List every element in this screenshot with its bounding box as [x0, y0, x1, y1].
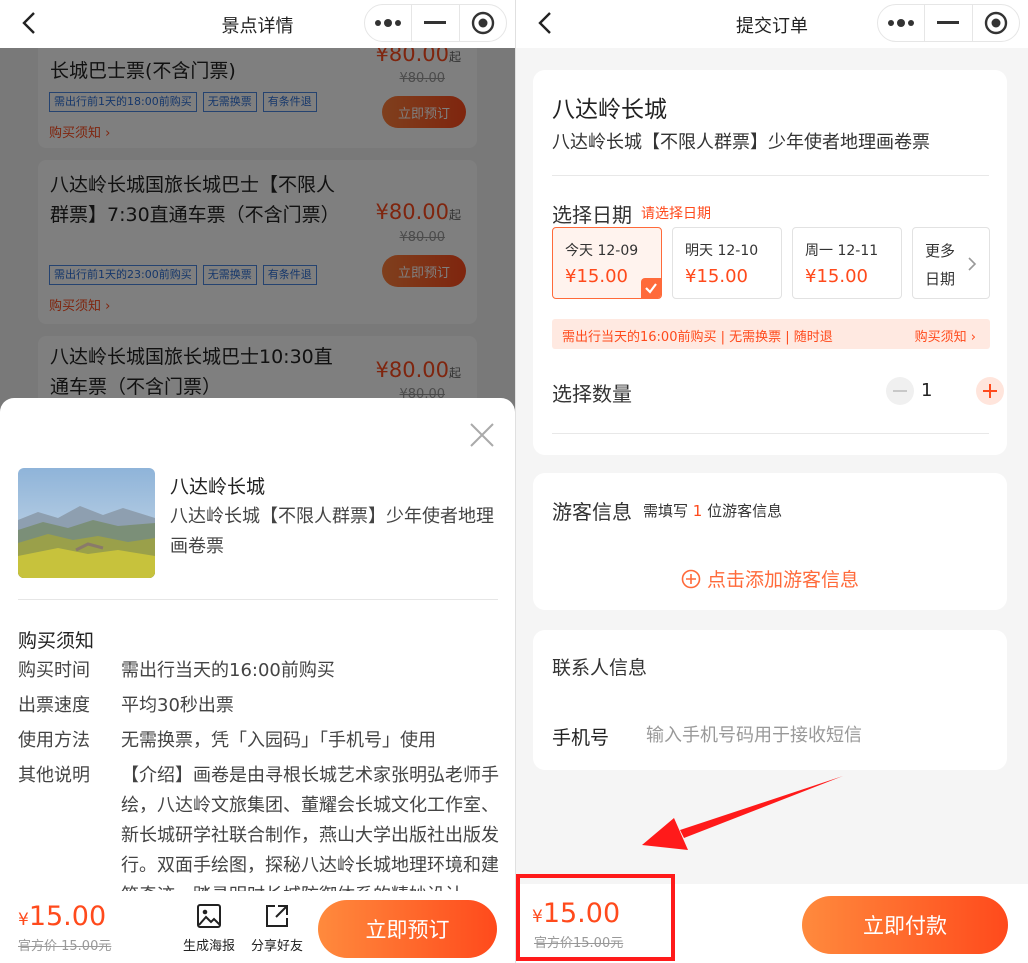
generate-poster-button[interactable]: 生成海报	[174, 903, 244, 954]
more-icon[interactable]	[365, 5, 411, 41]
date-option-tomorrow[interactable]: 明天 12-10 ¥15.00	[672, 227, 782, 299]
product-subtitle: 八达岭长城【不限人群票】少年使者地理画卷票	[170, 506, 494, 557]
info-row: 其他说明 【介绍】画卷是由寻根长城艺术家张明弘老师手绘，八达岭文旅集团、董耀会长城…	[18, 761, 501, 911]
image-icon	[197, 904, 221, 928]
share-icon	[266, 905, 288, 927]
purchase-notice-link[interactable]: 购买须知 ›	[915, 326, 976, 345]
info-row: 购买时间 需出行当天的16:00前购买	[18, 656, 501, 686]
more-icon[interactable]	[878, 5, 924, 41]
info-key: 出票速度	[18, 695, 90, 716]
increment-button[interactable]	[976, 377, 1004, 405]
date-option-monday[interactable]: 周一 12-11 ¥15.00	[792, 227, 902, 299]
info-value: 【介绍】画卷是由寻根长城艺术家张明弘老师手绘，八达岭文旅集团、董耀会长城文化工作…	[121, 765, 499, 906]
mini-program-capsule	[877, 4, 1020, 42]
share-label: 分享好友	[250, 939, 303, 954]
notice-heading: 购买须知	[18, 630, 95, 652]
submit-order-screen: 提交订单 八达岭长城 八达岭长城【不限人群票】少年使者地理画卷票 选择日期 请选…	[516, 0, 1028, 963]
date-price: ¥15.00	[685, 266, 748, 287]
more-label: 日期	[925, 270, 956, 288]
add-tourist-label: 点击添加游客信息	[707, 569, 860, 591]
share-button[interactable]: 分享好友	[242, 903, 312, 954]
date-day: 周一 12-11	[805, 243, 879, 259]
info-key: 使用方法	[18, 730, 90, 751]
info-value: 无需换票，凭「入园码」「手机号」使用	[121, 730, 436, 751]
poster-label: 生成海报	[182, 939, 235, 954]
book-now-button[interactable]: 立即预订	[318, 900, 497, 958]
minimize-icon[interactable]	[412, 5, 458, 41]
official-price: 官方价 15.00元	[18, 939, 112, 954]
date-label: 选择日期	[552, 203, 632, 227]
decrement-button[interactable]	[886, 377, 914, 405]
close-capsule-icon[interactable]	[973, 5, 1019, 41]
add-circle-icon	[681, 569, 701, 588]
mini-program-capsule	[364, 4, 507, 42]
divider	[18, 599, 498, 600]
quantity-value: 1	[921, 380, 933, 401]
more-label: 更多	[925, 242, 956, 260]
contact-label: 联系人信息	[552, 657, 648, 679]
date-day: 明天 12-10	[685, 243, 759, 259]
tourist-note: 需填写 1 位游客信息	[643, 502, 783, 520]
info-key: 其他说明	[18, 765, 90, 786]
info-value: 需出行当天的16:00前购买	[121, 660, 335, 681]
purchase-tip-bar: 需出行当天的16:00前购买 | 无需换票 | 随时退 购买须知 ›	[552, 319, 990, 349]
date-option-today[interactable]: 今天 12-09 ¥15.00	[552, 227, 662, 299]
tourist-info-card: 游客信息 需填写 1 位游客信息 点击添加游客信息	[533, 473, 1007, 610]
chevron-right-icon	[968, 257, 977, 271]
product-subtitle: 八达岭长城【不限人群票】少年使者地理画卷票	[552, 132, 930, 153]
nav-bar: 景点详情	[0, 0, 515, 48]
quantity-label: 选择数量	[552, 382, 632, 406]
product-title: 八达岭长城	[170, 476, 266, 498]
date-price: ¥15.00	[565, 266, 628, 287]
close-icon[interactable]	[469, 422, 495, 448]
contact-info-card: 联系人信息 手机号	[533, 630, 1007, 770]
check-icon	[641, 278, 661, 298]
nav-bar: 提交订单	[516, 0, 1028, 48]
add-tourist-button[interactable]: 点击添加游客信息	[681, 565, 859, 592]
phone-input[interactable]	[646, 720, 986, 750]
attraction-detail-screen: 长城巴士票(不含门票) ¥80.00起 ¥80.00 需出行前1天的18:00前…	[0, 0, 515, 963]
info-value: 平均30秒出票	[121, 695, 234, 716]
close-capsule-icon[interactable]	[460, 5, 506, 41]
info-row: 使用方法 无需换票，凭「入园码」「手机号」使用	[18, 726, 501, 756]
more-dates-button[interactable]: 更多 日期	[912, 227, 990, 299]
product-detail-sheet: 八达岭长城 八达岭长城【不限人群票】少年使者地理画卷票 购买须知 购买时间 需出行…	[0, 398, 515, 963]
minus-icon	[893, 390, 907, 392]
product-title: 八达岭长城	[552, 97, 667, 123]
phone-label: 手机号	[552, 727, 610, 749]
info-row: 出票速度 平均30秒出票	[18, 691, 501, 721]
product-thumbnail	[18, 468, 155, 578]
tourist-label: 游客信息	[552, 500, 632, 524]
date-warning: 请选择日期	[641, 206, 711, 222]
date-day: 今天 12-09	[565, 243, 639, 259]
tip-text: 需出行当天的16:00前购买 | 无需换票 | 随时退	[562, 330, 833, 345]
order-card: 八达岭长城 八达岭长城【不限人群票】少年使者地理画卷票 选择日期 请选择日期 今…	[533, 70, 1007, 455]
date-price: ¥15.00	[805, 266, 868, 287]
sale-price: ¥15.00	[18, 901, 107, 932]
sheet-bottom-bar: ¥15.00 官方价 15.00元 生成海报 分享好友 立即预订	[0, 891, 515, 963]
price-highlight-box	[516, 874, 675, 961]
pay-now-button[interactable]: 立即付款	[802, 896, 1008, 954]
divider	[552, 175, 989, 176]
minimize-icon[interactable]	[925, 5, 971, 41]
plus-icon	[983, 384, 997, 398]
info-key: 购买时间	[18, 660, 90, 681]
divider	[552, 433, 989, 434]
